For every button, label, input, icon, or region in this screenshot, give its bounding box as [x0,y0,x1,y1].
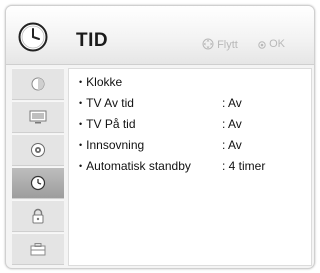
lock-icon [32,208,44,224]
menu-item-value: : Av [222,96,242,110]
menu-item-sleep-timer[interactable]: • Innsovning : Av [79,138,242,154]
menu-item-label: TV På tid [86,117,136,131]
time-settings-window: TID Flytt OK • Klokke • TV Av tid: Av •… [5,5,315,269]
monitor-icon [29,110,47,124]
clock-icon [18,22,48,52]
menu-item-value: : Av [222,117,242,131]
menu-item-value: : 4 timer [222,159,266,173]
bullet-icon: • [79,140,83,150]
bullet-icon: • [79,77,83,87]
sound-icon [31,143,45,157]
ok-hint-label: OK [269,38,285,50]
picture-icon [31,77,45,91]
menu-item-value: : Av [222,138,242,152]
page-title: TID [76,30,109,51]
menu-item-tv-on-time[interactable]: • TV På tid : Av [79,117,242,133]
ok-hint: OK [258,38,285,50]
category-sidebar [12,68,64,265]
move-hint-label: Flytt [217,39,238,51]
menu-item-label: Automatisk standby [86,159,191,173]
menu-item-tv-off-time[interactable]: • TV Av tid : Av [79,96,242,112]
navigation-arrows-icon [202,38,214,50]
menu-item-label: TV Av tid [86,96,134,110]
sidebar-item-audio[interactable] [12,134,64,166]
bullet-icon: • [79,98,83,108]
sidebar-item-screen[interactable] [12,101,64,133]
menu-item-klokke[interactable]: • Klokke [79,75,122,91]
menu-item-label: Klokke [86,75,123,89]
sidebar-item-picture[interactable] [12,68,64,100]
sidebar-item-lock[interactable] [12,200,64,232]
window-header: TID Flytt OK [6,6,314,65]
bullet-icon: • [79,119,83,129]
menu-item-auto-standby[interactable]: • Automatisk standby : 4 timer [79,159,265,175]
sidebar-item-options[interactable] [12,233,64,265]
clock-icon [30,175,46,191]
ok-button-icon [258,41,266,49]
move-hint: Flytt [202,38,238,51]
bullet-icon: • [79,161,83,171]
menu-panel: • Klokke • TV Av tid : Av • TV På tid : Av … [68,68,312,266]
sidebar-item-time[interactable] [12,167,64,199]
toolbox-icon [30,243,46,256]
menu-item-label: Innsovning [86,138,145,152]
